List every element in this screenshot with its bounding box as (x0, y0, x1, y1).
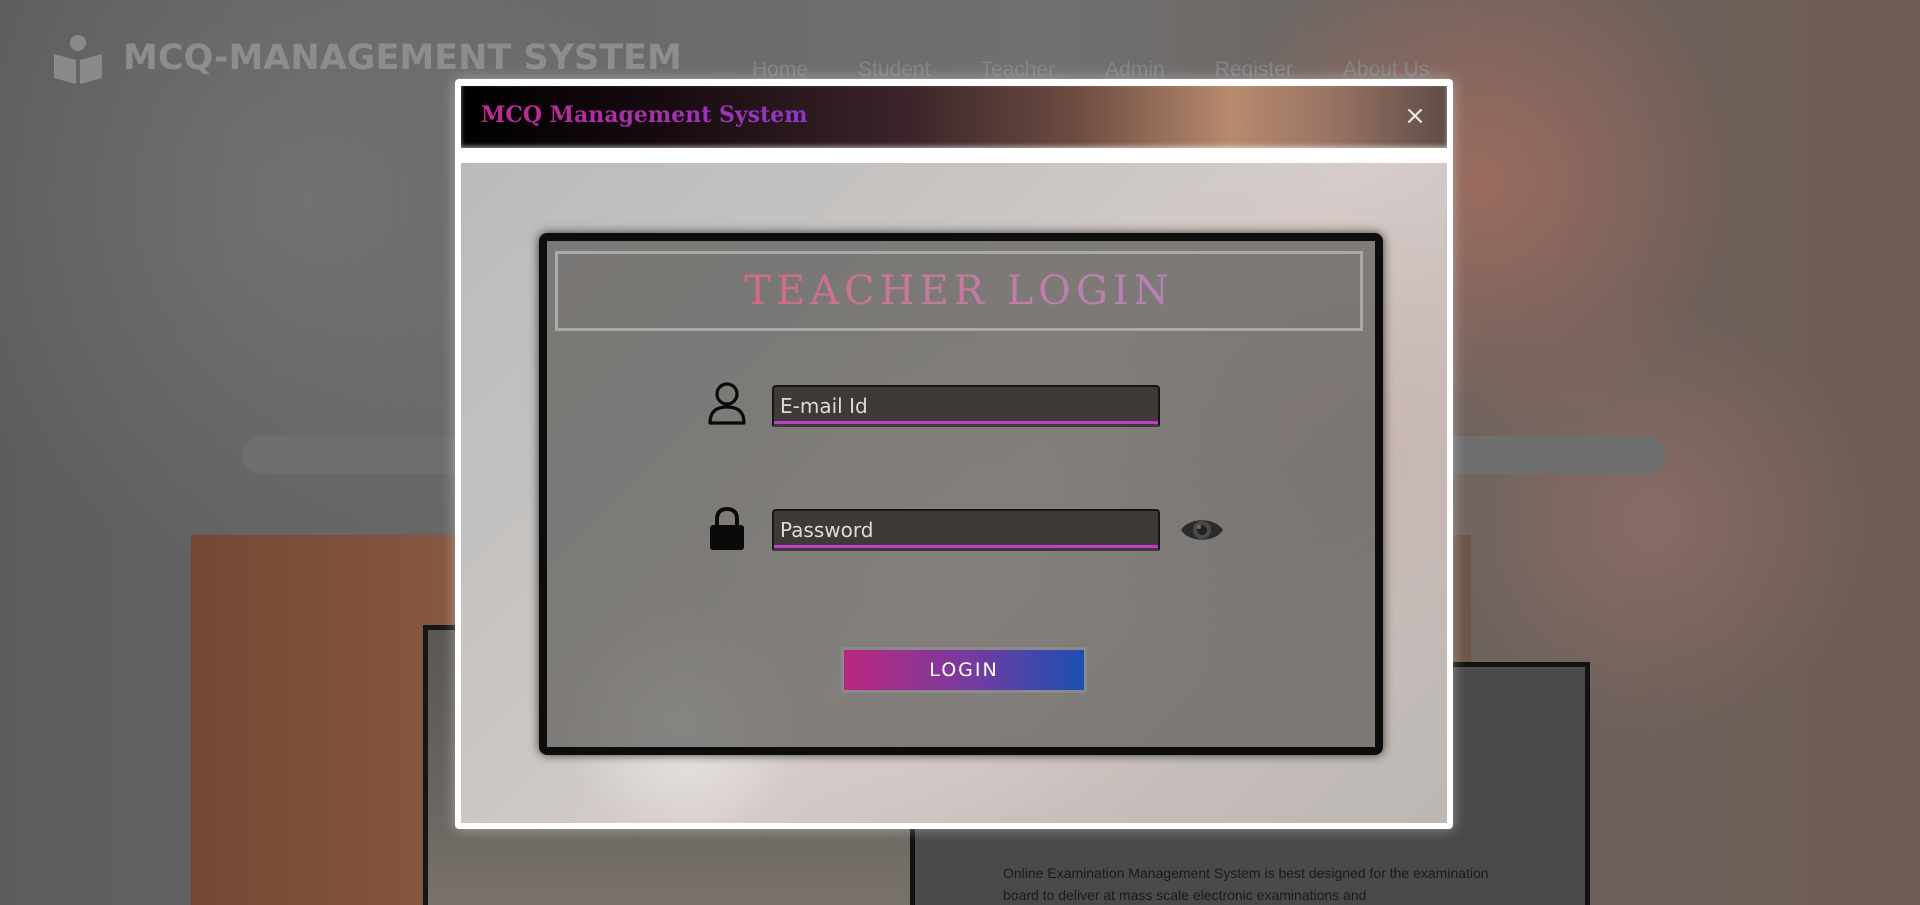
login-button[interactable]: LOGIN (841, 647, 1087, 693)
page-background: MCQ-MANAGEMENT SYSTEM Home Student Teach… (0, 0, 1920, 905)
modal-body: TEACHER LOGIN E-mail Id LOGIN (461, 163, 1447, 823)
email-row (547, 382, 1375, 435)
site-brand[interactable]: MCQ-MANAGEMENT SYSTEM (123, 38, 682, 78)
login-title-bar: TEACHER LOGIN (555, 251, 1363, 331)
reader-logo-icon[interactable] (52, 34, 104, 86)
site-description: Online Examination Management System is … (1003, 865, 1489, 903)
modal-title: MCQ Management System (481, 102, 808, 128)
modal-header: MCQ Management System × (461, 86, 1447, 148)
email-field[interactable] (772, 385, 1160, 427)
password-row (547, 506, 1375, 559)
lock-icon (710, 506, 744, 550)
login-modal: MCQ Management System × TEACHER LOGIN E-… (455, 79, 1453, 829)
close-button[interactable]: × (1401, 100, 1429, 132)
login-card: TEACHER LOGIN E-mail Id LOGIN (539, 233, 1383, 755)
password-field[interactable] (772, 509, 1160, 551)
eye-icon[interactable] (1179, 511, 1225, 549)
login-title: TEACHER LOGIN (558, 268, 1360, 314)
user-icon (708, 382, 746, 425)
